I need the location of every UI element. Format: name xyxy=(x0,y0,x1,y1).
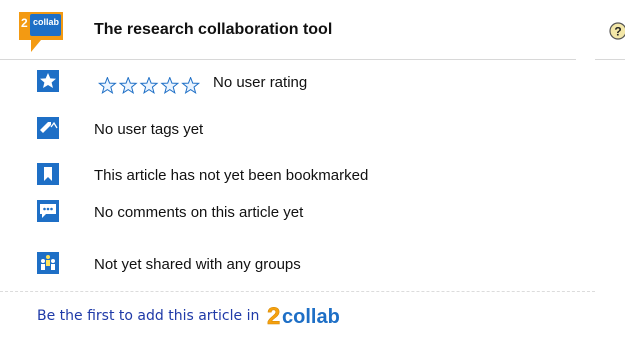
rating-row: No user rating xyxy=(0,70,400,96)
group-icon xyxy=(37,252,59,274)
add-to-2collab-link[interactable]: Be the first to add this article in 2 co… xyxy=(37,302,357,330)
rating-label: No user rating xyxy=(213,74,308,91)
bookmark-icon xyxy=(37,163,59,185)
rating-star-icon[interactable] xyxy=(160,77,180,95)
help-icon[interactable]: ? xyxy=(609,22,625,40)
svg-text:2: 2 xyxy=(21,16,28,30)
rating-star-icon[interactable] xyxy=(97,77,117,95)
cta-text: Be the first to add this article in xyxy=(37,308,260,324)
comments-label: No comments on this article yet xyxy=(94,204,304,221)
tag-icon xyxy=(37,117,59,139)
footer-divider xyxy=(0,291,595,292)
star-rating-widget[interactable] xyxy=(97,77,201,95)
svg-text:collab: collab xyxy=(282,306,340,328)
bookmark-row: This article has not yet been bookmarked xyxy=(0,163,500,189)
svg-text:?: ? xyxy=(614,25,621,39)
bookmark-label: This article has not yet been bookmarked xyxy=(94,167,369,184)
header-divider-right xyxy=(595,59,625,60)
groups-label: Not yet shared with any groups xyxy=(94,256,301,273)
2collab-logo[interactable]: 2 collab xyxy=(17,10,65,54)
header-divider xyxy=(0,59,576,60)
rating-star-icon[interactable] xyxy=(118,77,138,95)
star-icon xyxy=(37,70,59,92)
comments-row: No comments on this article yet xyxy=(0,200,500,226)
comment-icon xyxy=(37,200,59,222)
rating-star-icon[interactable] xyxy=(181,77,201,95)
tags-label: No user tags yet xyxy=(94,121,204,138)
page-title: The research collaboration tool xyxy=(94,21,333,38)
tags-row: No user tags yet xyxy=(0,117,400,143)
svg-text:2: 2 xyxy=(267,303,280,329)
2collab-wordmark: 2 collab xyxy=(267,303,340,329)
rating-star-icon[interactable] xyxy=(139,77,159,95)
groups-row: Not yet shared with any groups xyxy=(0,252,500,278)
svg-text:collab: collab xyxy=(33,17,60,27)
